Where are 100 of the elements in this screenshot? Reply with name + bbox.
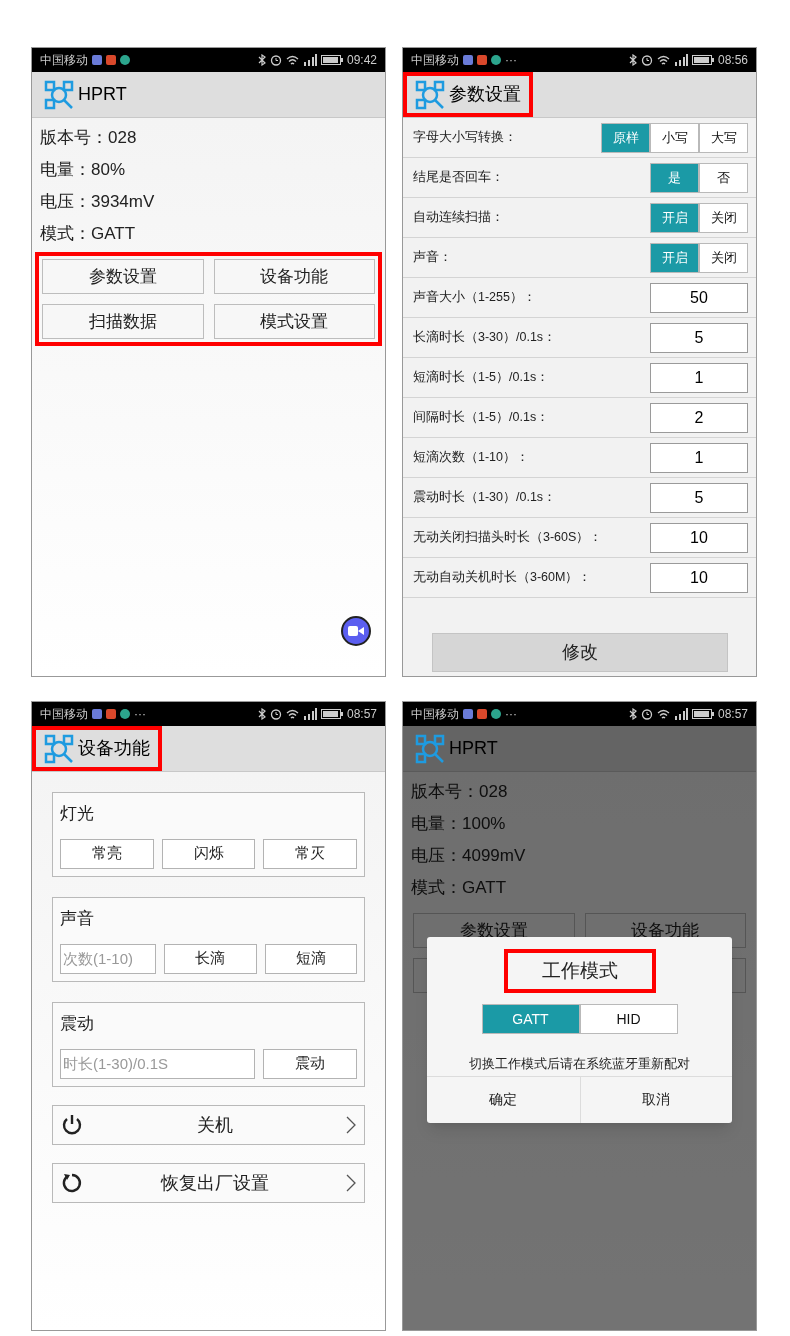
signal-icon xyxy=(302,708,317,720)
carrier-name: 中国移动 xyxy=(411,706,459,723)
screen-title: HPRT xyxy=(78,83,127,106)
card-title: 震动 xyxy=(60,1013,95,1035)
carrier-name: 中国移动 xyxy=(40,52,88,69)
battery-icon xyxy=(320,709,343,719)
dialog-button[interactable]: 确定 xyxy=(427,1076,580,1123)
carrier-name: 中国移动 xyxy=(411,52,459,69)
menu-button[interactable]: 参数设置 xyxy=(42,259,204,294)
setting-label: 短滴次数（1-10）： xyxy=(413,449,530,467)
refresh-icon xyxy=(61,1172,83,1194)
more-notifications: ··· xyxy=(505,706,517,723)
screen-title: 设备功能 xyxy=(78,737,150,760)
menu-row[interactable]: 恢复出厂设置 xyxy=(52,1163,365,1203)
text-field[interactable]: 时长(1-30)/0.1S xyxy=(60,1048,255,1079)
screen-record-button[interactable] xyxy=(341,616,371,646)
setting-label: 无动自动关机时长（3-60M）： xyxy=(413,569,592,587)
device-info-text: 版本号：028 xyxy=(40,127,138,150)
device-info-text: 电量：100% xyxy=(411,813,507,836)
segment-option[interactable]: 大写 xyxy=(699,122,748,153)
number-field[interactable]: 50 xyxy=(650,282,748,313)
more-notifications: ··· xyxy=(134,706,146,723)
action-button[interactable]: 长滴 xyxy=(164,943,257,974)
action-button[interactable]: 震动 xyxy=(263,1048,357,1079)
setting-label: 字母大小写转换： xyxy=(413,129,517,147)
device-info-text: 电压：3934mV xyxy=(40,191,156,214)
setting-label: 结尾是否回车： xyxy=(413,169,504,187)
chevron-right-icon xyxy=(346,1116,356,1134)
device-info-text: 模式：GATT xyxy=(411,877,508,900)
battery-icon xyxy=(320,55,343,65)
signal-icon xyxy=(673,54,688,66)
action-button[interactable]: 短滴 xyxy=(264,943,357,974)
submit-button[interactable]: 修改 xyxy=(431,633,728,672)
carrier-name: 中国移动 xyxy=(40,706,88,723)
menu-button[interactable]: 扫描数据 xyxy=(42,304,204,339)
wifi-icon xyxy=(285,708,299,720)
clock-time: 08:57 xyxy=(717,706,748,723)
card-title: 声音 xyxy=(60,908,95,930)
menu-button[interactable]: 设备功能 xyxy=(213,259,375,294)
alarm-icon xyxy=(269,708,282,720)
number-field[interactable]: 5 xyxy=(650,322,748,353)
battery-icon xyxy=(691,709,714,719)
action-button[interactable]: 常灭 xyxy=(263,838,357,869)
segment-option[interactable]: 关闭 xyxy=(699,202,748,233)
number-field[interactable]: 10 xyxy=(650,522,748,553)
setting-label: 自动连续扫描： xyxy=(413,209,504,227)
bluetooth-icon xyxy=(628,708,637,720)
clock-time: 09:42 xyxy=(346,52,377,69)
screen-title: 参数设置 xyxy=(449,83,521,106)
wifi-icon xyxy=(285,54,299,66)
setting-label: 声音： xyxy=(413,249,452,267)
menu-row[interactable]: 关机 xyxy=(52,1105,365,1145)
signal-icon xyxy=(302,54,317,66)
action-button[interactable]: 闪烁 xyxy=(161,838,256,869)
qr-scan-icon xyxy=(44,733,74,764)
number-field[interactable]: 1 xyxy=(650,362,748,393)
power-icon xyxy=(61,1114,83,1136)
setting-label: 声音大小（1-255）： xyxy=(413,289,536,307)
number-field[interactable]: 10 xyxy=(650,562,748,593)
alarm-icon xyxy=(640,54,653,66)
segment-option[interactable]: 小写 xyxy=(650,122,699,153)
alarm-icon xyxy=(640,708,653,720)
device-info-text: 版本号：028 xyxy=(411,781,509,804)
setting-label: 间隔时长（1-5）/0.1s： xyxy=(413,409,550,427)
card-title: 灯光 xyxy=(60,803,95,825)
qr-scan-icon xyxy=(415,79,445,110)
bluetooth-icon xyxy=(257,54,266,66)
signal-icon xyxy=(673,708,688,720)
number-field[interactable]: 1 xyxy=(650,442,748,473)
segment-option[interactable]: 关闭 xyxy=(699,242,748,273)
video-camera-icon xyxy=(348,625,364,637)
number-field[interactable]: 5 xyxy=(650,482,748,513)
more-notifications: ··· xyxy=(505,52,517,69)
segment-option[interactable]: 否 xyxy=(699,162,748,193)
clock-time: 08:56 xyxy=(717,52,748,69)
number-field[interactable]: 2 xyxy=(650,402,748,433)
screen-title: HPRT xyxy=(449,737,498,760)
qr-scan-icon xyxy=(415,733,445,764)
bluetooth-icon xyxy=(257,708,266,720)
clock-time: 08:57 xyxy=(346,706,377,723)
dialog-message: 切换工作模式后请在系统蓝牙重新配对 xyxy=(469,1055,690,1073)
device-info-text: 模式：GATT xyxy=(40,223,137,246)
dialog-button[interactable]: 取消 xyxy=(579,1076,732,1123)
action-button[interactable]: 常亮 xyxy=(60,838,154,869)
text-field[interactable]: 次数(1-10) xyxy=(60,943,156,974)
wifi-icon xyxy=(656,54,670,66)
qr-scan-icon xyxy=(44,79,74,110)
alarm-icon xyxy=(269,54,282,66)
device-info-text: 电量：80% xyxy=(40,159,127,182)
bluetooth-icon xyxy=(628,54,637,66)
setting-label: 长滴时长（3-30）/0.1s： xyxy=(413,329,557,347)
setting-label: 无动关闭扫描头时长（3-60S）： xyxy=(413,529,603,547)
chevron-right-icon xyxy=(346,1174,356,1192)
setting-label: 震动时长（1-30）/0.1s： xyxy=(413,489,557,507)
menu-button[interactable]: 模式设置 xyxy=(213,304,375,339)
dialog-title: 工作模式 xyxy=(541,958,618,983)
battery-icon xyxy=(691,55,714,65)
setting-label: 短滴时长（1-5）/0.1s： xyxy=(413,369,550,387)
device-info-text: 电压：4099mV xyxy=(411,845,527,868)
segment-option[interactable]: HID xyxy=(579,1004,678,1034)
